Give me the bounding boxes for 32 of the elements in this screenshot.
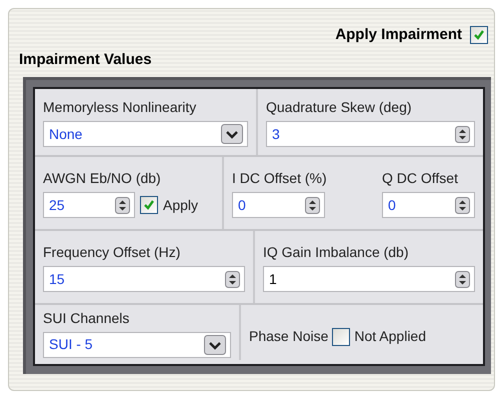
number-field[interactable]: 0 [232, 192, 325, 218]
field-label: IQ Gain Imbalance (db) [263, 243, 410, 262]
field-label: SUI Channels [43, 308, 130, 328]
spinner-arrows-icon[interactable] [455, 270, 470, 288]
number-field[interactable]: 15 [43, 266, 245, 292]
number-field[interactable]: 0 [382, 192, 475, 218]
number-field[interactable]: 3 [266, 121, 475, 147]
checkbox-label: Apply [163, 196, 198, 215]
number-field[interactable]: 1 [263, 266, 475, 292]
spinner-arrows-icon[interactable] [225, 270, 240, 288]
dropdown-field[interactable]: SUI - 5 [43, 332, 231, 358]
apply-impairment-label: Apply Impairment [335, 25, 462, 45]
check-icon [473, 29, 485, 42]
checkbox[interactable] [140, 196, 158, 214]
field-label: Memoryless Nonlinearity [43, 98, 198, 117]
group-title: Impairment Values [18, 50, 152, 70]
spinner-arrows-icon[interactable] [305, 196, 320, 214]
spinner-arrows-icon[interactable] [455, 126, 470, 142]
spinner-arrows-icon[interactable] [455, 196, 470, 214]
spinner-arrows-icon[interactable] [115, 196, 130, 214]
dropdown-field[interactable]: None [43, 121, 248, 147]
number-field[interactable]: 25 [43, 192, 135, 218]
field-label: Quadrature Skew (deg) [266, 98, 413, 117]
check-icon [143, 199, 155, 211]
checkbox[interactable] [332, 328, 350, 346]
field-label: AWGN Eb/NO (db) [43, 169, 162, 188]
field-label: I DC Offset (%) [232, 169, 327, 188]
field-label: Frequency Offset (Hz) [43, 243, 182, 262]
field-label: Phase Noise [249, 327, 328, 346]
checkbox[interactable] [470, 26, 488, 44]
field-label: Q DC Offset [382, 169, 459, 188]
checkbox-label: Not Applied [354, 327, 426, 346]
